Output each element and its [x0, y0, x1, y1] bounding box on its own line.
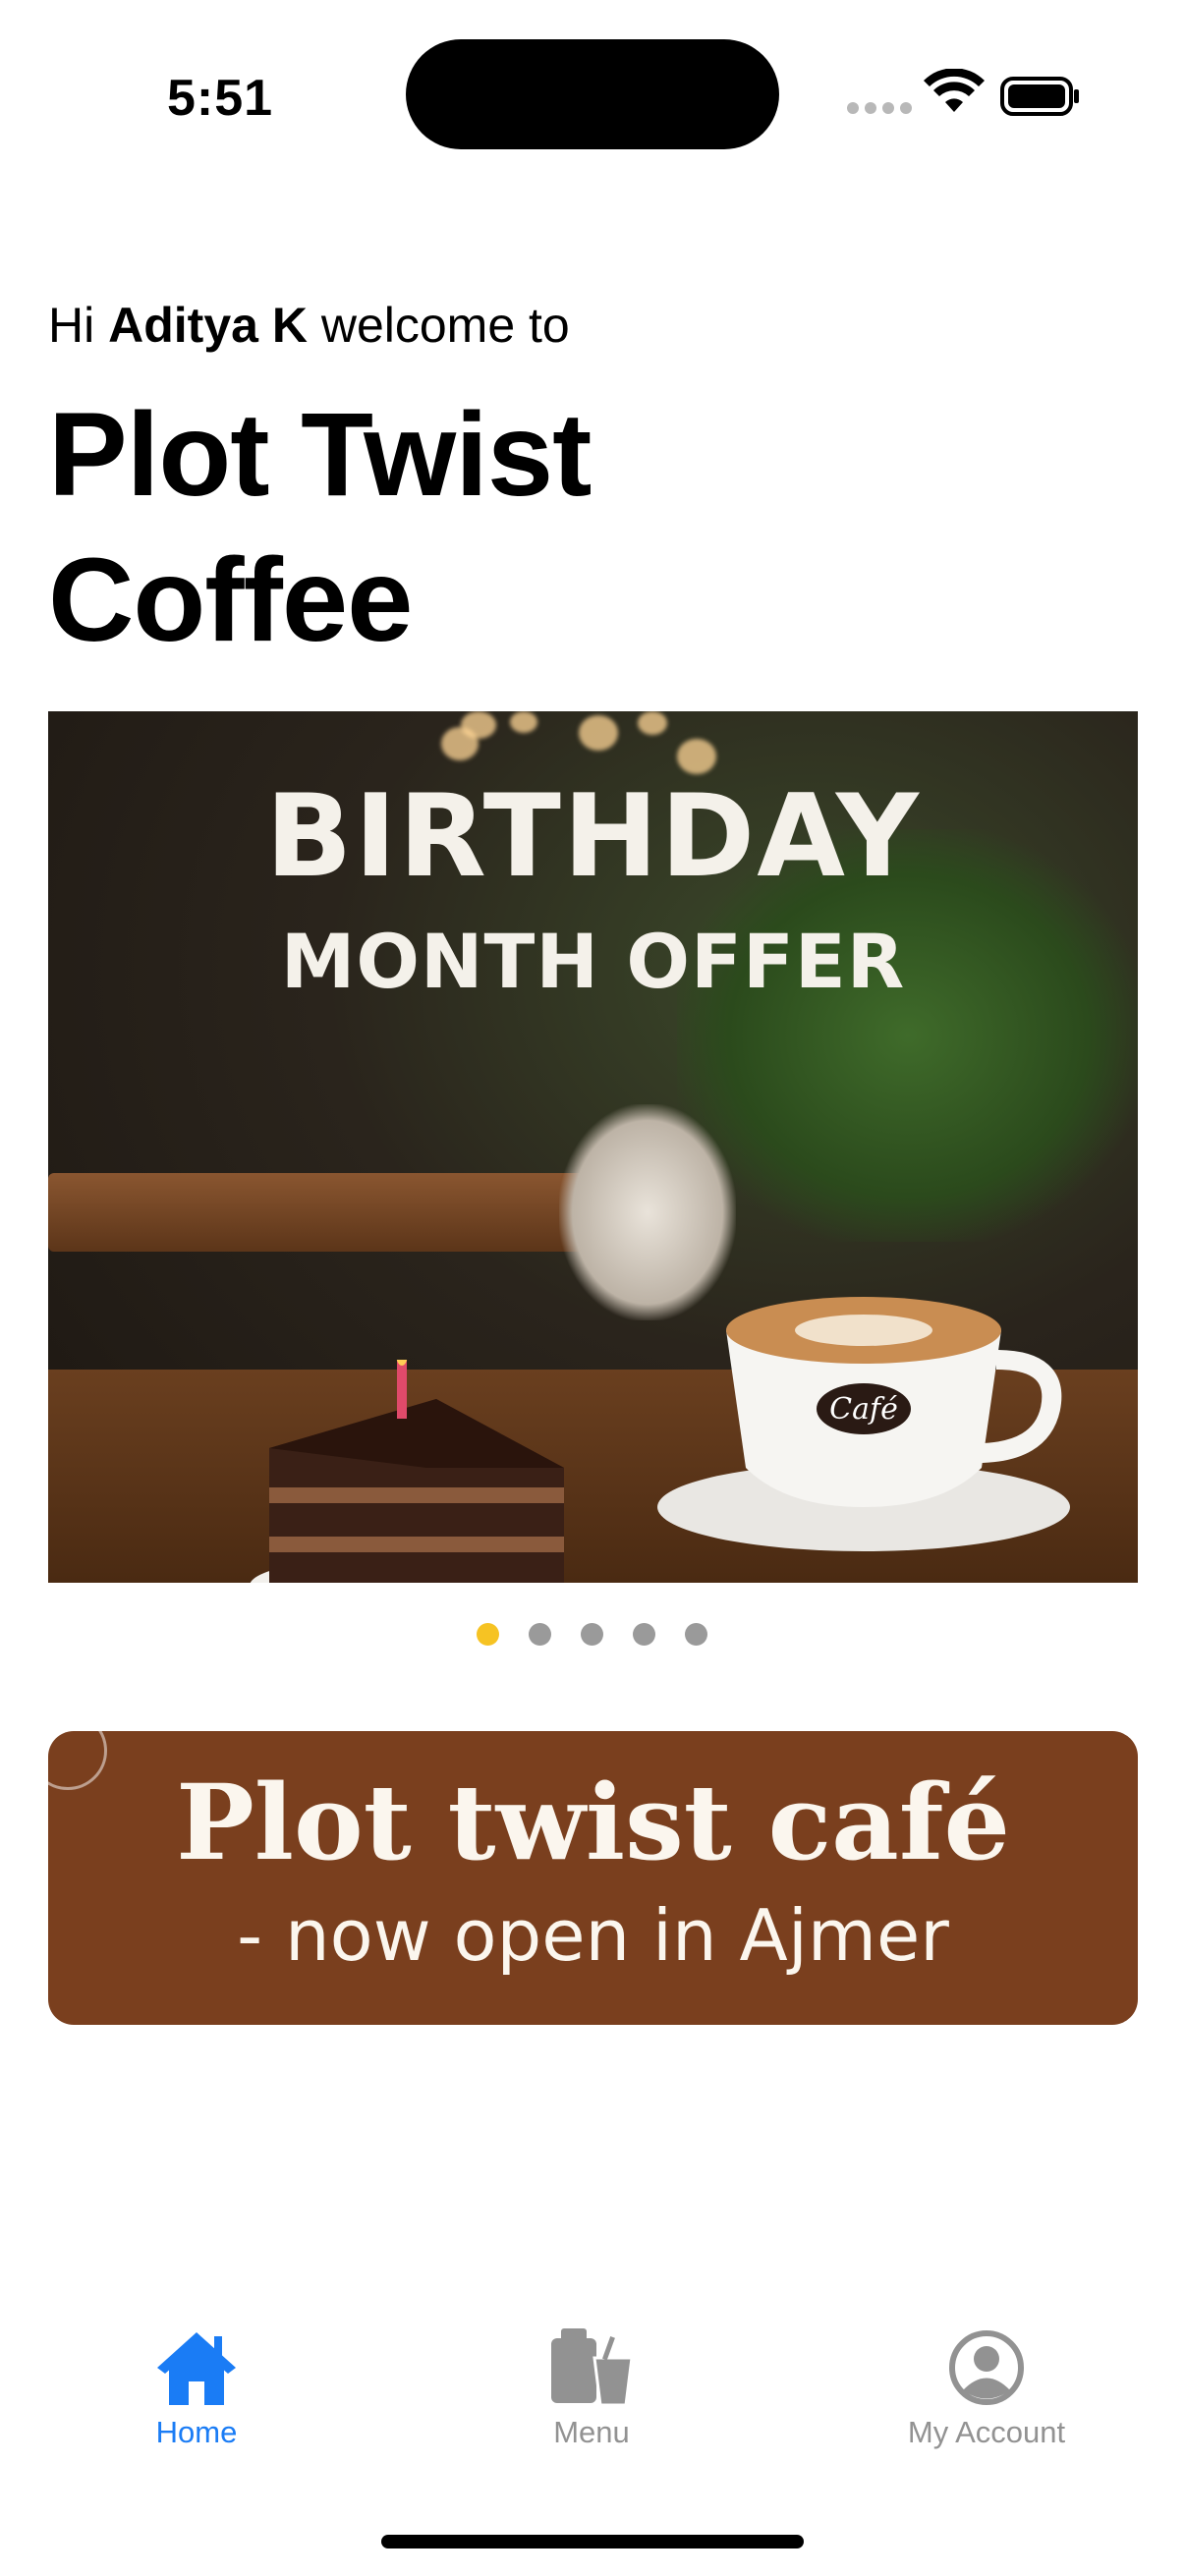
coffee-cup-image: Café [657, 1297, 1070, 1551]
carousel-dot[interactable] [685, 1623, 707, 1646]
person-circle-icon [949, 2330, 1024, 2405]
carousel-dot[interactable] [477, 1623, 499, 1646]
greeting-text: Hi Aditya K welcome to [48, 297, 570, 354]
user-name: Aditya K [108, 298, 308, 353]
wifi-icon [924, 69, 985, 112]
tab-menu-label: Menu [553, 2415, 630, 2449]
home-indicator[interactable] [381, 2535, 804, 2548]
tab-home[interactable]: Home [49, 2328, 344, 2450]
banner-title: Plot twist café [176, 1761, 1010, 1883]
carousel-page-indicator[interactable] [477, 1623, 707, 1646]
cake-slice-image [250, 1360, 564, 1583]
brand-title: Plot Twist Coffee [48, 387, 592, 666]
cup-label: Café [829, 1392, 898, 1427]
battery-icon [1000, 77, 1079, 116]
status-time: 5:51 [167, 70, 274, 127]
carousel-dot[interactable] [633, 1623, 655, 1646]
tab-bar: Home Menu My Account [0, 2328, 1185, 2486]
promo-title: BIRTHDAY [265, 770, 921, 903]
tab-home-label: Home [155, 2415, 238, 2449]
tab-menu[interactable]: Menu [444, 2328, 739, 2450]
store-opening-banner[interactable]: Plot twist café - now open in Ajmer [48, 1731, 1138, 2025]
greeting-suffix: welcome to [320, 298, 570, 353]
dynamic-island [406, 39, 779, 149]
carousel-dot[interactable] [581, 1623, 603, 1646]
carousel-dot[interactable] [529, 1623, 551, 1646]
tab-my-account[interactable]: My Account [839, 2328, 1134, 2450]
promo-subtitle: MONTH OFFER [280, 918, 906, 1005]
home-screen: 5:51 Hi Aditya K welcome to Plot Twist C… [0, 0, 1185, 2576]
takeaway-cup-icon [551, 2328, 634, 2407]
birthday-offer-banner[interactable]: BIRTHDAY MONTH OFFER Café [48, 711, 1138, 1583]
greeting-prefix: Hi [48, 298, 95, 353]
house-icon [157, 2332, 236, 2405]
cellular-signal-icon [847, 102, 912, 114]
banner-subtitle: - now open in Ajmer [237, 1894, 949, 1977]
tab-my-account-label: My Account [907, 2415, 1066, 2449]
